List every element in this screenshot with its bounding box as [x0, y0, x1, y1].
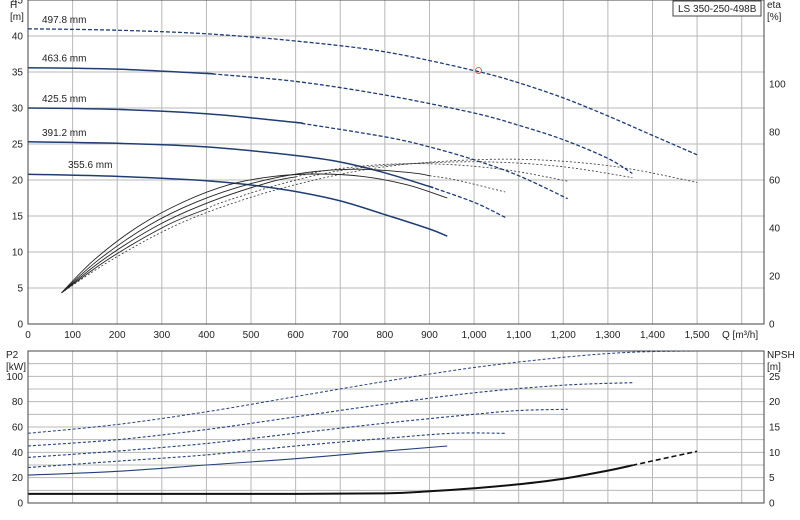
- y-left-tick-15: 15: [12, 212, 24, 223]
- eta-curve-dashed-2: [295, 163, 568, 182]
- head-curve-dashed-1: [206, 72, 633, 175]
- p2-tick-20: 20: [12, 473, 24, 484]
- npsh-curve-dashed: [632, 450, 698, 467]
- npsh-tick-15: 15: [769, 423, 781, 434]
- head-and-efficiency-curves: 497.8 mm 463.6 mm 425.5 mm 391.2 mm 355.6 mm: [27, 15, 698, 294]
- bottom-chart-grid: [27, 350, 764, 504]
- eta-curve-solid-1: [61, 168, 430, 294]
- npsh-curve-solid: [28, 464, 633, 495]
- eta-curve-dashed-1: [429, 175, 506, 193]
- y-left-axis-title-line: [m]: [10, 12, 24, 23]
- x-tick-label-1200: 1,200: [551, 330, 576, 341]
- y-right-tick-20: 20: [769, 272, 781, 283]
- y-left-tick-25: 25: [12, 140, 24, 151]
- y-left-tick-5: 5: [17, 284, 23, 295]
- model-label-box: LS 350-250-498B: [672, 0, 762, 17]
- head-curve-label-0: 497.8 mm: [42, 15, 86, 26]
- head-curve-solid-2: [27, 107, 303, 124]
- x-tick-label-1400: 1,400: [640, 330, 665, 341]
- p2-axis-title-line: [kW]: [6, 362, 26, 373]
- y-right-tick-100: 100: [769, 80, 786, 91]
- npsh-tick-5: 5: [769, 473, 775, 484]
- p2-tick-100: 100: [6, 372, 23, 383]
- head-curve-solid-1: [27, 66, 214, 75]
- npsh-tick-20: 20: [769, 397, 781, 408]
- p2-axis-title: P2 [kW]: [6, 350, 26, 373]
- p2-tick-80: 80: [12, 397, 24, 408]
- npsh-tick-10: 10: [769, 448, 781, 459]
- axis-labels: 0 100 200 300 400 500 600 700 800 900 1,000 1,100 1,…: [6, 0, 795, 510]
- y-right-axis-title: eta [%]: [767, 0, 782, 23]
- x-tick-label-300: 300: [153, 330, 170, 341]
- npsh-axis-title-line: [m]: [767, 362, 781, 373]
- x-tick-label-500: 500: [243, 330, 260, 341]
- eta-curve-dashed-3: [206, 161, 633, 210]
- x-tick-label-900: 900: [421, 330, 438, 341]
- npsh-axis-title: NPSH [m]: [767, 350, 795, 373]
- y-left-tick-10: 10: [12, 248, 24, 259]
- y-left-tick-35: 35: [12, 68, 24, 79]
- head-curve-label-2: 425.5 mm: [42, 94, 86, 105]
- head-curve-label-4: 355.6 mm: [68, 160, 112, 171]
- x-tick-label-1000: 1,000: [462, 330, 487, 341]
- x-tick-label-1300: 1,300: [595, 330, 620, 341]
- npsh-tick-25: 25: [769, 372, 781, 383]
- y-right-axis-title-line: eta: [767, 0, 781, 11]
- x-tick-label-200: 200: [109, 330, 126, 341]
- y-right-tick-80: 80: [769, 128, 781, 139]
- y-right-tick-0: 0: [769, 320, 775, 331]
- y-right-axis-title-line: [%]: [767, 12, 782, 23]
- y-right-tick-40: 40: [769, 224, 781, 235]
- y-left-tick-30: 30: [12, 104, 24, 115]
- p2-tick-0: 0: [17, 499, 23, 510]
- top-chart-frame: [27, 0, 765, 325]
- pump-performance-chart: 497.8 mm 463.6 mm 425.5 mm 391.2 mm 355.6 mm…: [6, 0, 795, 510]
- p2-tick-40: 40: [12, 448, 24, 459]
- x-tick-label-600: 600: [287, 330, 304, 341]
- head-curve-label-3: 391.2 mm: [42, 128, 86, 139]
- p2-axis-title-line: P2: [6, 350, 19, 361]
- x-axis-title: Q [m³/h]: [722, 330, 758, 341]
- y-right-tick-60: 60: [769, 176, 781, 187]
- eta-curve-solid-2: [61, 176, 296, 294]
- power-and-npsh-curves: [27, 350, 698, 495]
- head-curve-dashed-3: [429, 185, 506, 218]
- y-left-axis-title-line: H: [10, 0, 17, 11]
- p2-tick-60: 60: [12, 423, 24, 434]
- power-curve-3: [27, 432, 506, 469]
- x-tick-label-800: 800: [377, 330, 394, 341]
- y-left-tick-40: 40: [12, 32, 24, 43]
- x-tick-label-1500: 1,500: [685, 330, 710, 341]
- top-chart-grid: [27, 0, 764, 325]
- eta-curve-solid-3: [61, 208, 207, 294]
- head-curve-label-1: 463.6 mm: [42, 54, 86, 65]
- x-tick-label-0: 0: [25, 330, 31, 341]
- x-tick-label-1100: 1,100: [506, 330, 531, 341]
- x-tick-label-700: 700: [332, 330, 349, 341]
- y-left-tick-20: 20: [12, 176, 24, 187]
- y-left-tick-0: 0: [17, 320, 23, 331]
- x-tick-label-400: 400: [198, 330, 215, 341]
- npsh-tick-0: 0: [769, 499, 775, 510]
- eta-curve-solid-0: [61, 173, 448, 294]
- model-label: LS 350-250-498B: [678, 4, 757, 15]
- npsh-axis-title-line: NPSH: [767, 350, 795, 361]
- x-tick-label-100: 100: [64, 330, 81, 341]
